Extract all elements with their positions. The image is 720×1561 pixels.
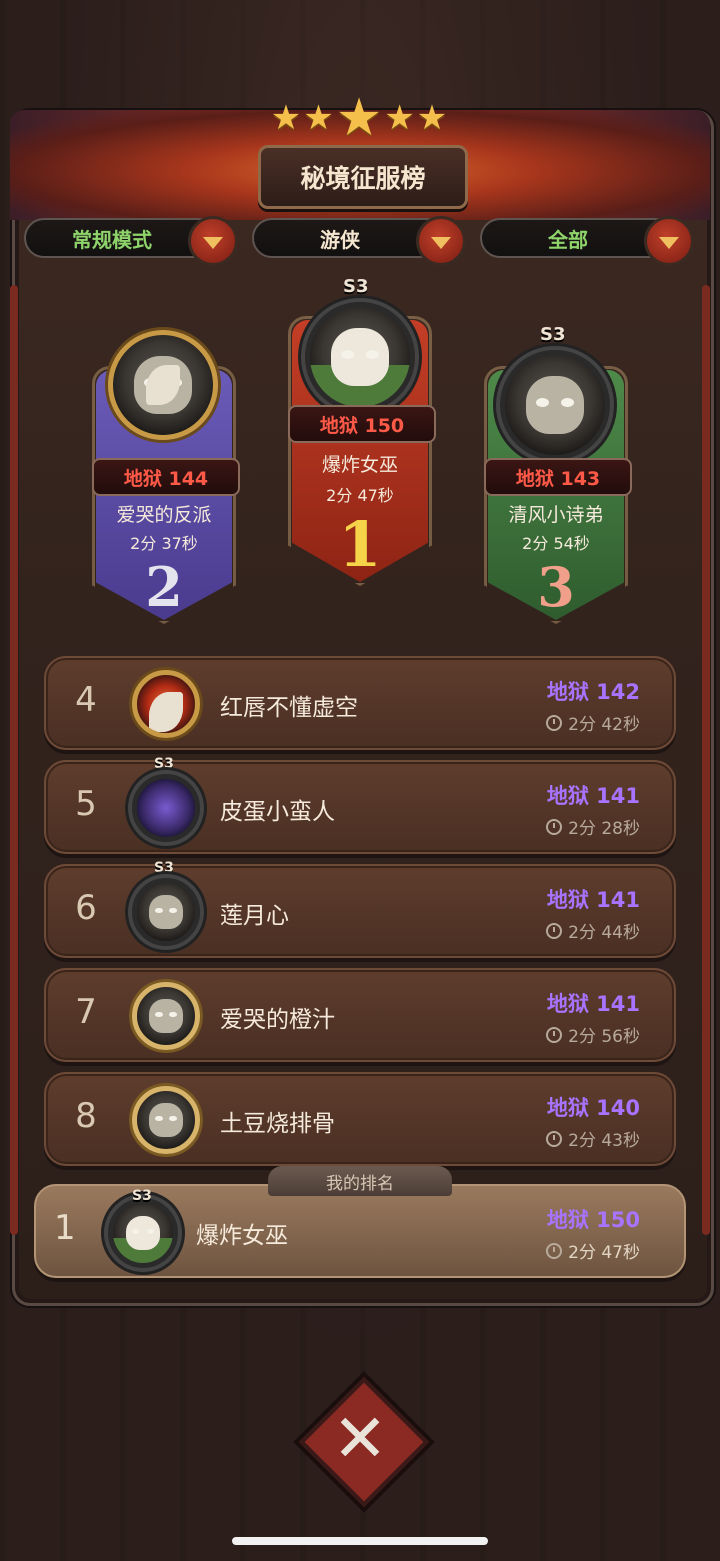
mode-filter-label: 常规模式 xyxy=(72,227,152,252)
rank-number: 2 xyxy=(145,555,183,619)
time-value: 2分 42秒 xyxy=(568,715,640,735)
class-filter[interactable]: 游侠 xyxy=(252,216,466,266)
hell-score-tag: 地狱 150 xyxy=(288,405,436,443)
player-avatar[interactable] xyxy=(132,982,200,1050)
player-name: 爆炸女巫 xyxy=(321,454,398,476)
rank-number: 8 xyxy=(75,1096,97,1136)
dropdown-arrow-icon[interactable] xyxy=(188,216,238,266)
player-name: 皮蛋小蛮人 xyxy=(220,799,335,825)
player-avatar[interactable] xyxy=(500,350,610,460)
mode-filter[interactable]: 常规模式 xyxy=(24,216,238,266)
player-time: 2分 37秒 xyxy=(130,534,198,553)
season-badge: S3 xyxy=(343,276,369,297)
player-name: 红唇不懂虚空 xyxy=(220,695,358,721)
hell-score: 地狱 140 xyxy=(546,1096,640,1120)
clock-icon xyxy=(546,1130,563,1147)
player-avatar[interactable] xyxy=(108,1198,178,1268)
clock-icon xyxy=(546,1242,563,1259)
player-time: 2分 54秒 xyxy=(522,534,590,553)
hell-score: 地狱 142 xyxy=(546,680,640,704)
clear-time: 2分 44秒 xyxy=(546,918,640,943)
player-avatar[interactable] xyxy=(305,302,415,412)
rank-number: 3 xyxy=(537,555,575,619)
player-name: 莲月心 xyxy=(220,903,289,929)
hell-score-tag: 地狱 143 xyxy=(484,458,632,496)
clock-icon xyxy=(546,714,563,731)
panel-border-right xyxy=(702,285,710,1235)
clear-time: 2分 42秒 xyxy=(546,710,640,735)
player-name: 爱哭的橙汁 xyxy=(220,1007,335,1033)
clear-time: 2分 28秒 xyxy=(546,814,640,839)
season-badge: S3 xyxy=(540,324,566,345)
scope-filter-label: 全部 xyxy=(548,227,588,252)
filter-bar: 常规模式 游侠 全部 xyxy=(24,216,696,266)
rank-number: 1 xyxy=(338,508,382,581)
scope-filter[interactable]: 全部 xyxy=(480,216,694,266)
player-avatar[interactable] xyxy=(108,330,218,440)
time-value: 2分 56秒 xyxy=(568,1027,640,1047)
leaderboard-row-7[interactable]: 7 爱哭的橙汁 地狱 141 2分 56秒 xyxy=(44,968,676,1062)
hell-score-tag: 地狱 144 xyxy=(92,458,240,496)
clear-time: 2分 43秒 xyxy=(546,1126,640,1151)
player-avatar[interactable] xyxy=(132,670,200,738)
rank-number: 1 xyxy=(54,1208,76,1248)
dropdown-arrow-icon[interactable] xyxy=(416,216,466,266)
class-filter-label: 游侠 xyxy=(320,227,360,252)
hell-score: 地狱 141 xyxy=(546,784,640,808)
leaderboard-row-8[interactable]: 8 土豆烧排骨 地狱 140 2分 43秒 xyxy=(44,1072,676,1166)
leaderboard-row-6[interactable]: 6 S3 莲月心 地狱 141 2分 44秒 xyxy=(44,860,676,958)
player-avatar[interactable] xyxy=(132,878,200,946)
hell-score: 地狱 150 xyxy=(546,1208,640,1232)
leaderboard-row-5[interactable]: 5 S3 皮蛋小蛮人 地狱 141 2分 28秒 xyxy=(44,756,676,854)
clock-icon xyxy=(546,1026,563,1043)
close-icon[interactable]: ✕ xyxy=(318,1396,402,1480)
leaderboard-row-4[interactable]: 4 红唇不懂虚空 地狱 142 2分 42秒 xyxy=(44,656,676,750)
player-name: 清风小诗弟 xyxy=(508,504,604,526)
hell-score: 地狱 141 xyxy=(546,992,640,1016)
season-badge: S3 xyxy=(154,860,174,876)
season-badge: S3 xyxy=(154,756,174,772)
page-title: 秘境征服榜 xyxy=(258,145,468,209)
rank-number: 5 xyxy=(75,784,97,824)
clear-time: 2分 56秒 xyxy=(546,1022,640,1047)
panel-border-left xyxy=(10,285,18,1235)
time-value: 2分 47秒 xyxy=(568,1243,640,1263)
player-time: 2分 47秒 xyxy=(326,486,394,505)
player-avatar[interactable] xyxy=(132,774,200,842)
my-rank-label: 我的排名 xyxy=(268,1166,452,1196)
rank-number: 6 xyxy=(75,888,97,928)
player-name: 爱哭的反派 xyxy=(116,504,212,526)
time-value: 2分 28秒 xyxy=(568,819,640,839)
star-icon: ★★★★★ xyxy=(270,88,450,148)
rank-number: 4 xyxy=(75,680,97,720)
hell-score: 地狱 141 xyxy=(546,888,640,912)
home-indicator[interactable] xyxy=(232,1537,488,1545)
clock-icon xyxy=(546,818,563,835)
clear-time: 2分 47秒 xyxy=(546,1238,640,1263)
clock-icon xyxy=(546,922,563,939)
season-badge: S3 xyxy=(132,1188,152,1204)
time-value: 2分 44秒 xyxy=(568,923,640,943)
dropdown-arrow-icon[interactable] xyxy=(644,216,694,266)
player-name: 爆炸女巫 xyxy=(196,1223,288,1249)
player-avatar[interactable] xyxy=(132,1086,200,1154)
time-value: 2分 43秒 xyxy=(568,1131,640,1151)
rank-number: 7 xyxy=(75,992,97,1032)
player-name: 土豆烧排骨 xyxy=(220,1111,335,1137)
my-rank-row[interactable]: 1 S3 爆炸女巫 地狱 150 2分 47秒 xyxy=(34,1184,686,1278)
